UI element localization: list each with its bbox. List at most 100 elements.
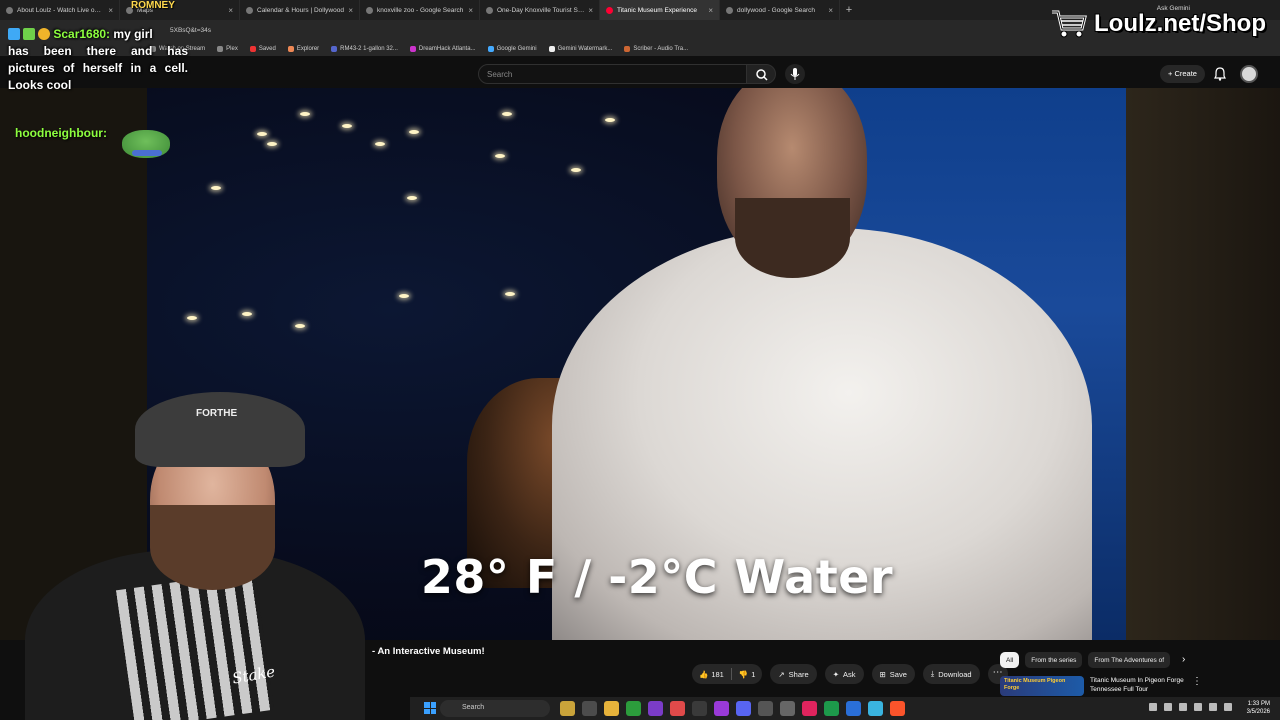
browser-tab[interactable]: About Loulz - Watch Live on Ki × xyxy=(0,0,120,20)
save-button[interactable]: ⊞ Save xyxy=(871,664,915,684)
bookmark-item[interactable]: Scriber - Audio Tra... xyxy=(624,46,688,52)
close-tab-icon[interactable]: × xyxy=(468,6,473,15)
share-icon: ↗ xyxy=(778,669,785,679)
close-tab-icon[interactable]: × xyxy=(228,6,233,15)
chip-all[interactable]: All xyxy=(1000,652,1020,668)
bookmark-icon xyxy=(548,46,555,52)
system-tray xyxy=(1149,703,1232,711)
microphone-icon xyxy=(790,68,800,80)
browser-tab[interactable]: knoxville zoo - Google Search × xyxy=(360,0,480,20)
download-button[interactable]: ⤓ Download xyxy=(922,664,980,684)
notifications-bell-icon[interactable] xyxy=(1212,66,1228,82)
tray-app-icon[interactable] xyxy=(1194,703,1202,711)
close-tab-icon[interactable]: × xyxy=(708,6,713,15)
streamer-cap xyxy=(135,392,305,467)
like-button[interactable]: 👍 181 xyxy=(692,664,731,684)
chrome-icon[interactable] xyxy=(626,701,641,716)
notepad-icon[interactable] xyxy=(868,701,883,716)
brave-icon[interactable] xyxy=(890,701,905,716)
discord-icon[interactable] xyxy=(736,701,751,716)
app-icon[interactable] xyxy=(714,701,729,716)
shop-url-text: Loulz.net/Shop xyxy=(1094,10,1266,37)
tab-favicon-icon xyxy=(246,6,253,14)
new-tab-button[interactable]: + xyxy=(840,4,858,16)
recommended-video[interactable]: Titanic Museum Pigeon Forge Titanic Muse… xyxy=(1000,676,1186,696)
ceiling-light xyxy=(211,186,221,190)
file-explorer-icon[interactable] xyxy=(604,701,619,716)
windows-start-icon[interactable] xyxy=(424,702,436,714)
bookmark-item[interactable]: Google Gemini xyxy=(487,46,537,52)
bookmark-item[interactable]: DreamHack Atlanta... xyxy=(409,46,476,52)
shirt-qr-pattern xyxy=(115,570,275,720)
tab-favicon-icon xyxy=(366,6,373,14)
recommendation-chips: All From the series From The Adventures … xyxy=(1000,652,1170,668)
search-icon xyxy=(756,69,768,81)
share-button[interactable]: ↗ Share xyxy=(770,664,817,684)
taskbar-clock[interactable]: 1:33 PM 3/5/2026 xyxy=(1247,700,1270,716)
shopping-cart-icon xyxy=(1052,10,1087,38)
bookmark-item[interactable]: Plex xyxy=(217,46,238,52)
browser-tab[interactable]: One-Day Knoxville Tourist Stra × xyxy=(480,0,600,20)
ceiling-light xyxy=(187,316,197,320)
tray-app-icon[interactable] xyxy=(1164,703,1172,711)
app-icon[interactable] xyxy=(648,701,663,716)
app-icon[interactable] xyxy=(692,701,707,716)
recommended-title[interactable]: Titanic Museum In Pigeon Forge Tennessee… xyxy=(1090,676,1186,696)
chevron-right-icon[interactable]: › xyxy=(1182,654,1185,665)
task-view-icon[interactable] xyxy=(582,701,597,716)
shop-watermark: Loulz.net/Shop xyxy=(1050,6,1266,42)
bookmark-item[interactable]: Explorer xyxy=(287,46,319,52)
app-icon[interactable] xyxy=(758,701,773,716)
like-dislike-group: 👍 181 👎 1 xyxy=(692,664,763,684)
network-icon[interactable] xyxy=(1209,703,1217,711)
browser-tab[interactable]: Calendar & Hours | Dollywood × xyxy=(240,0,360,20)
browser-tab-active[interactable]: Titanic Museum Experience × xyxy=(600,0,720,20)
app-icon[interactable] xyxy=(670,701,685,716)
search-input[interactable]: Search xyxy=(478,64,748,84)
more-options-icon[interactable]: ⋮ xyxy=(1192,676,1202,687)
close-tab-icon[interactable]: × xyxy=(828,6,833,15)
bookmark-item[interactable]: Gemini Watermark... xyxy=(548,46,612,52)
create-button[interactable]: + Create xyxy=(1160,65,1205,83)
close-tab-icon[interactable]: × xyxy=(108,6,113,15)
youtube-masthead: Search + Create xyxy=(0,56,1280,88)
chip-from-series[interactable]: From the series xyxy=(1025,652,1083,668)
bookmark-item[interactable]: Saved xyxy=(249,46,276,52)
account-avatar[interactable] xyxy=(1240,65,1258,83)
youtube-favicon-icon xyxy=(606,6,613,14)
chat-badges xyxy=(8,28,50,40)
app-icon[interactable] xyxy=(846,701,861,716)
ceiling-light xyxy=(571,168,581,172)
search-button[interactable] xyxy=(746,64,776,84)
taskbar-apps xyxy=(560,701,905,716)
volume-icon[interactable] xyxy=(1224,703,1232,711)
tray-app-icon[interactable] xyxy=(1179,703,1187,711)
app-icon[interactable] xyxy=(780,701,795,716)
clock-time: 1:33 PM xyxy=(1247,701,1270,707)
app-icon[interactable] xyxy=(802,701,817,716)
tab-favicon-icon xyxy=(6,6,13,14)
recommended-thumbnail[interactable]: Titanic Museum Pigeon Forge xyxy=(1000,676,1084,696)
xbox-icon[interactable] xyxy=(824,701,839,716)
voice-search-button[interactable] xyxy=(785,64,805,84)
close-tab-icon[interactable]: × xyxy=(588,6,593,15)
browser-tab[interactable]: dollywood - Google Search × xyxy=(720,0,840,20)
bookmark-icon xyxy=(409,46,416,52)
chat-message: Scar1680: my girl has been there and has… xyxy=(8,26,188,94)
close-tab-icon[interactable]: × xyxy=(348,6,353,15)
tray-chevron-icon[interactable] xyxy=(1149,703,1157,711)
bookmark-icon xyxy=(624,46,631,52)
chip-from-channel[interactable]: From The Adventures of xyxy=(1088,652,1170,668)
video-caption-overlay: 28° F / -2°C Water xyxy=(420,550,894,604)
bookmark-icon xyxy=(331,46,338,52)
ask-button[interactable]: ✦ Ask xyxy=(824,664,864,684)
taskbar-search[interactable]: Search xyxy=(440,700,550,717)
bookmark-item[interactable]: RM43-2 1-gallon 32... xyxy=(331,46,398,52)
streamer-webcam: Stake FORTHE xyxy=(0,370,410,720)
ceiling-light xyxy=(605,118,615,122)
stream-overlay-label: ROMNEY xyxy=(131,0,175,11)
dislike-button[interactable]: 👎 1 xyxy=(732,664,763,684)
ceiling-light xyxy=(342,124,352,128)
widgets-icon[interactable] xyxy=(560,701,575,716)
bookmark-icon xyxy=(217,46,224,52)
